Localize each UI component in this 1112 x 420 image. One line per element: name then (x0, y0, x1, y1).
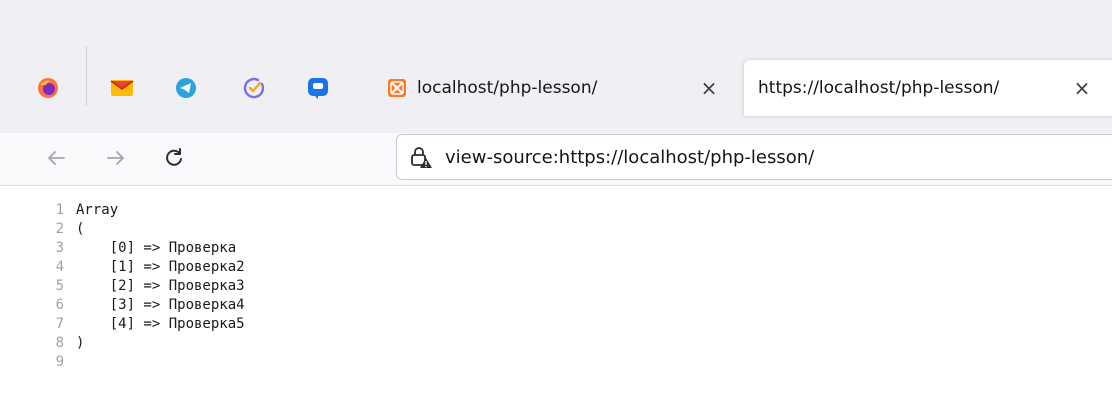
tab-localhost[interactable]: localhost/php-lesson/ × (375, 60, 733, 116)
firefox-icon[interactable] (34, 74, 62, 102)
line-text: [1] => Проверка2 (76, 258, 245, 275)
source-line: 1 Array (0, 200, 1112, 219)
tasks-check-icon[interactable] (240, 74, 268, 102)
tab-title: https://localhost/php-lesson/ (758, 78, 1000, 98)
line-text: [2] => Проверка3 (76, 277, 245, 294)
line-text: Array (76, 201, 119, 218)
line-number: 3 (55, 239, 64, 256)
reload-button[interactable] (156, 140, 192, 176)
xampp-favicon-icon (387, 78, 407, 98)
forward-button[interactable] (98, 140, 134, 176)
back-arrow-icon (48, 151, 65, 165)
tab-close-icon[interactable]: × (1070, 60, 1094, 116)
pinned-separator (86, 46, 87, 106)
line-number: 6 (55, 296, 64, 313)
url-bar[interactable]: view-source:https://localhost/php-lesson… (396, 134, 1112, 180)
line-text: [0] => Проверка (76, 239, 237, 256)
line-number: 2 (55, 220, 64, 237)
forward-arrow-icon (107, 151, 124, 165)
line-number: 5 (55, 277, 64, 294)
url-text: view-source:https://localhost/php-lesson… (445, 146, 815, 168)
source-line: 6 [3] => Проверка4 (0, 295, 1112, 314)
gmail-icon[interactable] (108, 74, 136, 102)
source-line: 3 [0] => Проверка (0, 238, 1112, 257)
telegram-icon[interactable] (172, 74, 200, 102)
source-line: 9 (0, 352, 1112, 371)
line-number: 1 (55, 201, 64, 218)
chat-icon[interactable] (304, 74, 332, 102)
back-button[interactable] (38, 140, 74, 176)
source-line: 5 [2] => Проверка3 (0, 276, 1112, 295)
source-line: 7 [4] => Проверка5 (0, 314, 1112, 333)
line-text: [3] => Проверка4 (76, 296, 245, 313)
line-number: 9 (55, 353, 64, 370)
line-number: 8 (55, 334, 64, 351)
line-number: 7 (55, 315, 64, 332)
line-text: ) (76, 334, 85, 351)
line-text: [4] => Проверка5 (76, 315, 245, 332)
source-line: 4 [1] => Проверка2 (0, 257, 1112, 276)
insecure-lock-icon[interactable] (409, 145, 433, 169)
source-line: 8) (0, 333, 1112, 352)
line-number: 4 (55, 258, 64, 275)
tab-active-localhost[interactable]: https://localhost/php-lesson/ × (744, 60, 1112, 116)
tab-title: localhost/php-lesson/ (417, 78, 598, 98)
source-view: 1 Array 2( 3 [0] => Проверка 4 [1] => Про… (0, 200, 1112, 371)
reload-icon (166, 148, 182, 166)
line-text: ( (76, 220, 85, 237)
tab-close-icon[interactable]: × (697, 60, 721, 116)
source-line: 2( (0, 219, 1112, 238)
